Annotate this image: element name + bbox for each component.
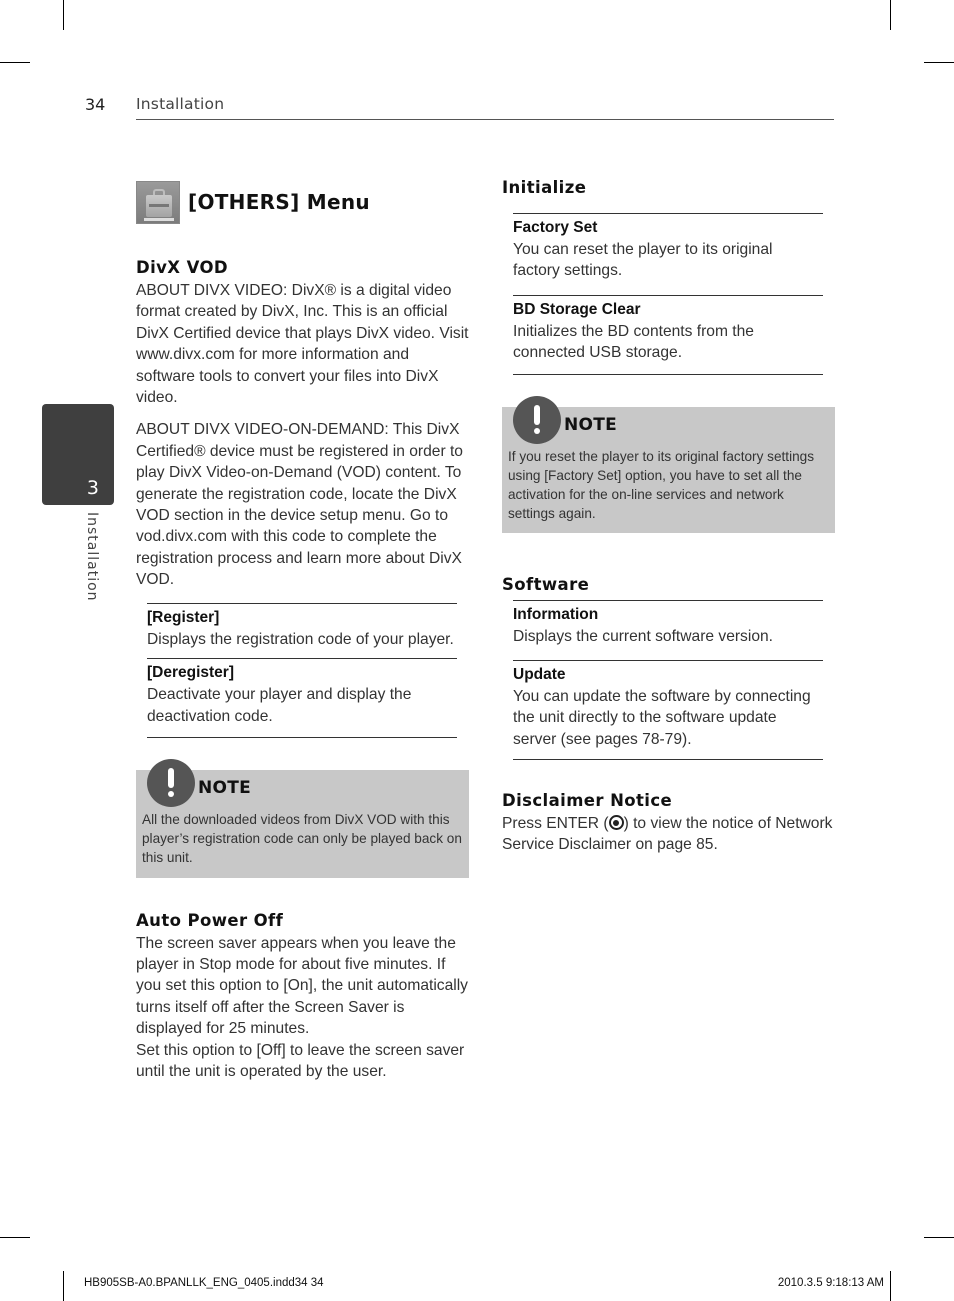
crop-mark: [63, 0, 64, 30]
left-column: [OTHERS] Menu DivX VOD ABOUT DIVX VIDEO:…: [136, 178, 470, 1082]
option-description: Initializes the BD contents from the con…: [513, 322, 754, 362]
footer-timestamp: 2010.3.5 9:18:13 AM: [777, 1277, 884, 1289]
section-heading-initialize: Initialize: [502, 178, 587, 197]
option-title: BD Storage Clear: [513, 300, 641, 318]
divx-option-list: [Register] Displays the registration cod…: [147, 602, 457, 738]
option-description: You can reset the player to its original…: [513, 241, 773, 280]
running-header: Installation: [136, 95, 225, 113]
option-title: Information: [513, 606, 599, 624]
note-label: NOTE: [564, 414, 618, 435]
note-box: NOTE All the downloaded videos from DivX…: [136, 758, 469, 878]
note-box: NOTE If you reset the player to its orig…: [502, 395, 835, 534]
page-title: [OTHERS] Menu: [188, 190, 370, 214]
option-title: Factory Set: [513, 219, 598, 236]
exclamation-icon: [147, 758, 195, 807]
crop-mark: [0, 62, 30, 63]
option-item: Information Displays the current softwar…: [513, 601, 823, 661]
option-title: [Deregister]: [147, 664, 234, 682]
option-description: Displays the current software version.: [513, 628, 773, 646]
option-description: Displays the registration code of your p…: [147, 630, 454, 648]
menu-title-row: [OTHERS] Menu: [136, 180, 470, 224]
paragraph: The screen saver appears when you leave …: [136, 934, 468, 1038]
disclaimer-text-start: Press ENTER (: [502, 815, 609, 833]
footer-file-info: HB905SB-A0.BPANLLK_ENG_0405.indd34 34: [84, 1277, 324, 1289]
option-item: [Deregister] Deactivate your player and …: [147, 659, 457, 738]
option-item: BD Storage Clear Initializes the BD cont…: [513, 296, 823, 375]
page-number: 34: [85, 95, 106, 114]
right-column: Initialize Factory Set You can reset the…: [502, 178, 836, 856]
crop-mark: [890, 1271, 891, 1301]
software-option-list: Information Displays the current softwar…: [513, 600, 823, 761]
header-divider: [136, 119, 834, 120]
chapter-tab: 3: [42, 404, 114, 505]
initialize-option-list: Factory Set You can reset the player to …: [513, 213, 823, 375]
option-description: You can update the software by connectin…: [513, 687, 811, 748]
paragraph: ABOUT DIVX VIDEO: DivX® is a digital vid…: [136, 282, 469, 407]
crop-mark: [924, 1237, 954, 1238]
section-heading-software: Software: [502, 575, 590, 595]
crop-mark: [0, 1237, 30, 1238]
paragraph: Set this option to [Off] to leave the sc…: [136, 1041, 465, 1080]
option-title: [Register]: [147, 608, 220, 626]
option-item: Update You can update the software by co…: [513, 661, 823, 761]
enter-button-icon: [608, 815, 624, 831]
chapter-label: Installation: [84, 512, 100, 602]
crop-mark: [890, 0, 891, 30]
paragraph: ABOUT DIVX VIDEO-ON-DEMAND: This DivX Ce…: [136, 421, 463, 589]
option-title: Update: [513, 665, 566, 683]
section-heading-disclaimer: Disclaimer Notice: [502, 791, 673, 811]
chapter-number: 3: [86, 477, 99, 499]
note-label: NOTE: [198, 777, 252, 798]
option-description: Deactivate your player and display the d…: [147, 686, 412, 725]
option-item: Factory Set You can reset the player to …: [513, 214, 823, 296]
disclaimer-text: Press ENTER () to view the notice of Net…: [502, 813, 836, 856]
crop-mark: [63, 1271, 64, 1301]
exclamation-icon: [513, 395, 561, 444]
section-heading-auto-power-off: Auto Power Off: [136, 910, 284, 930]
others-menu-icon: [136, 180, 180, 224]
section-heading-divx-vod: DivX VOD: [136, 258, 228, 277]
crop-mark: [924, 62, 954, 63]
option-item: [Register] Displays the registration cod…: [147, 604, 457, 660]
